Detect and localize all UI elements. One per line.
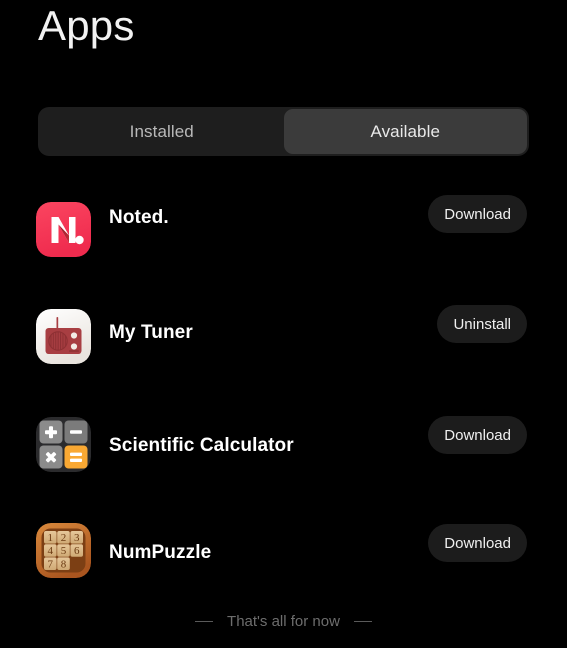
list-item[interactable]: Scientific Calculator Download — [0, 397, 567, 504]
footer-dash-left — [195, 621, 214, 622]
noted-app-icon-art — [36, 202, 91, 257]
mytuner-app-icon — [36, 309, 91, 364]
app-name: NumPuzzle — [109, 542, 212, 563]
numpuzzle-app-icon: 1 2 3 4 5 6 7 8 — [36, 523, 91, 578]
download-button[interactable]: Download — [428, 416, 527, 454]
download-button[interactable]: Download — [428, 195, 527, 233]
list-item[interactable]: Noted. Download — [0, 183, 567, 290]
app-name: My Tuner — [109, 322, 193, 343]
tab-installed[interactable]: Installed — [40, 109, 284, 154]
numpuzzle-app-icon-art: 1 2 3 4 5 6 7 8 — [36, 523, 91, 578]
app-name: Scientific Calculator — [109, 435, 294, 456]
apps-screen: Apps Installed Available Noted. Download… — [0, 0, 567, 648]
svg-text:5: 5 — [61, 545, 67, 557]
noted-app-icon — [36, 202, 91, 257]
calculator-app-icon-art — [36, 417, 91, 472]
svg-text:7: 7 — [48, 558, 54, 570]
download-button[interactable]: Download — [428, 524, 527, 562]
footer-text: That's all for now — [227, 613, 340, 630]
svg-text:8: 8 — [61, 558, 67, 570]
svg-text:4: 4 — [48, 545, 54, 557]
svg-text:3: 3 — [74, 532, 80, 544]
list-item[interactable]: My Tuner Uninstall — [0, 290, 567, 397]
app-name: Noted. — [109, 207, 169, 228]
uninstall-button[interactable]: Uninstall — [437, 305, 527, 343]
mytuner-app-icon-art — [36, 309, 91, 364]
svg-text:2: 2 — [61, 532, 67, 544]
list-item[interactable]: 1 2 3 4 5 6 7 8 NumPuzzle Download — [0, 504, 567, 611]
svg-text:1: 1 — [48, 532, 54, 544]
calculator-app-icon — [36, 417, 91, 472]
page-title: Apps — [38, 2, 135, 49]
tab-available[interactable]: Available — [283, 109, 527, 154]
app-list: Noted. Download My Tuner Uninstall Scien… — [0, 183, 567, 611]
footer-dash-right — [353, 621, 372, 622]
list-end-footer: That's all for now — [0, 613, 567, 630]
tab-segmented-control: Installed Available — [38, 107, 529, 156]
svg-text:6: 6 — [74, 545, 80, 557]
